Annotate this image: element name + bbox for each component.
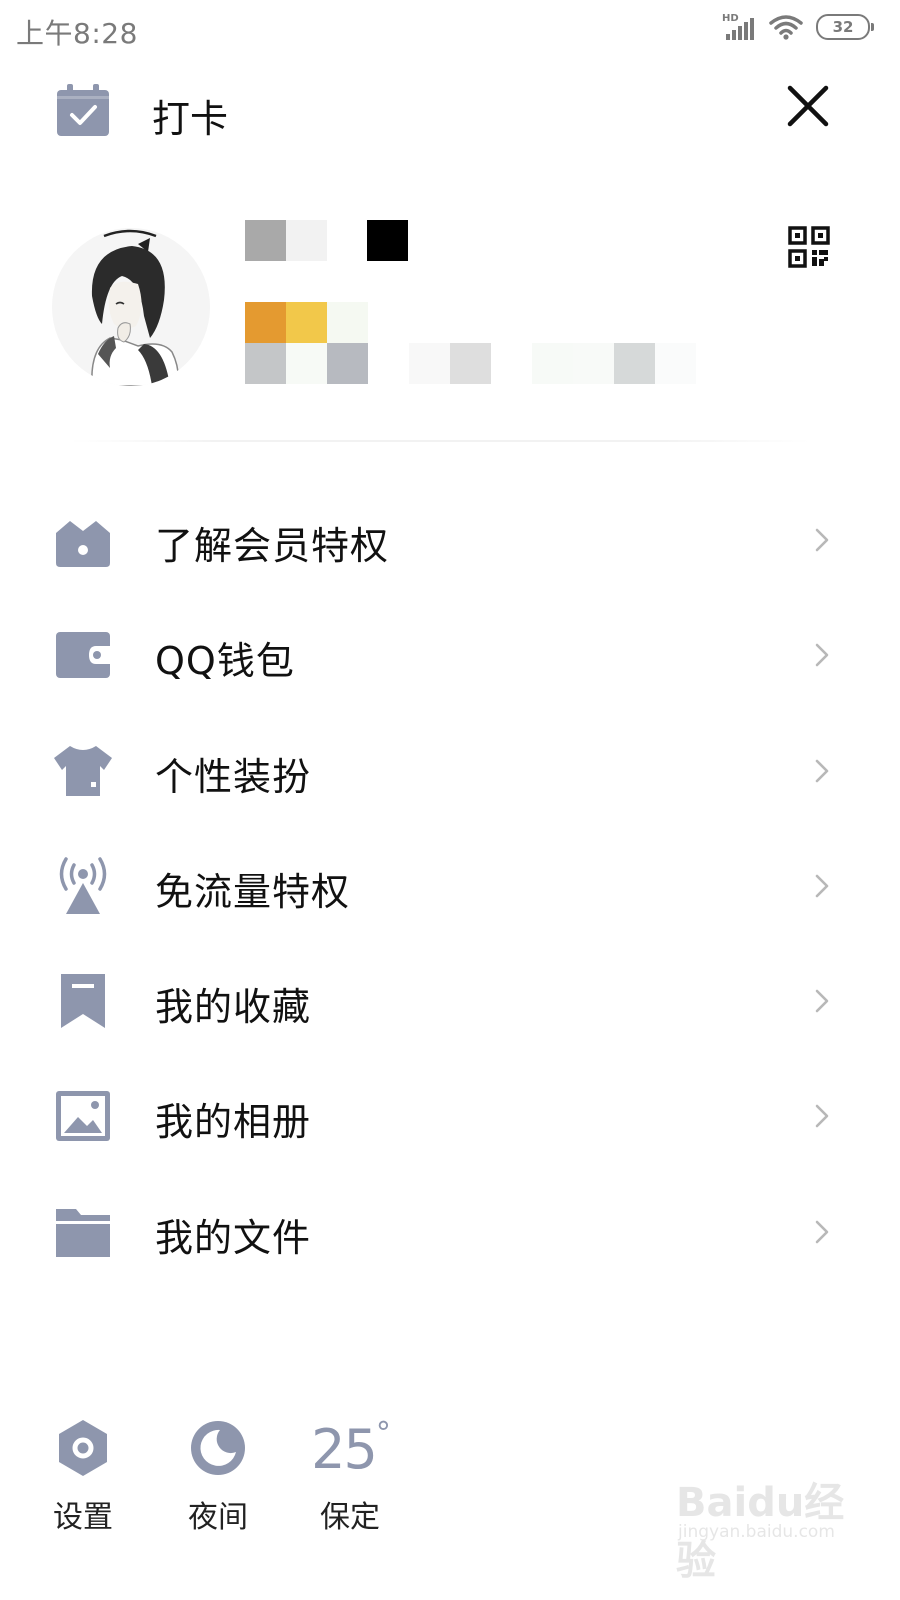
status-bar: 上午8:28 HD 32: [0, 0, 900, 60]
qr-code-icon[interactable]: [788, 226, 830, 268]
mosaic-block: [327, 343, 368, 384]
checkin-label[interactable]: 打卡: [152, 88, 228, 143]
chevron-right-icon: [815, 643, 829, 667]
mosaic-block: [450, 343, 491, 384]
chevron-right-icon: [815, 989, 829, 1013]
chevron-right-icon: [815, 759, 829, 782]
menu-label: 我的文件: [155, 1215, 312, 1260]
signature-redacted: [245, 302, 705, 384]
menu-label: 免流量特权: [155, 869, 351, 914]
profile-section[interactable]: [0, 200, 900, 450]
mosaic-block: [573, 343, 614, 384]
mosaic-block: [286, 220, 327, 261]
signal-icon: HD: [722, 13, 754, 40]
vip-crown-icon: [56, 521, 110, 567]
antenna-icon: [59, 857, 107, 914]
settings-label: 设置: [53, 1500, 113, 1535]
mosaic-block: [367, 220, 408, 261]
mosaic-block: [614, 343, 655, 384]
menu-label: 了解会员特权: [155, 524, 390, 568]
drawer-menu: 了解会员特权 QQ钱包 个性装扮 免流量特权 我的收藏 我的相册 我的文件: [0, 483, 900, 1290]
calendar-check-icon[interactable]: [55, 82, 111, 138]
chevron-right-icon: [815, 874, 829, 898]
baidu-watermark: Baidu经验 jingyan.baidu.com: [676, 1470, 846, 1584]
tshirt-icon: [54, 745, 112, 796]
weather-widget[interactable]: 25° 保定: [295, 1410, 405, 1540]
menu-item-data-free[interactable]: 免流量特权: [0, 829, 900, 944]
menu-item-vip[interactable]: 了解会员特权: [0, 483, 900, 598]
avatar-illustration: [52, 228, 210, 386]
menu-item-favorites[interactable]: 我的收藏: [0, 944, 900, 1059]
settings-icon: [59, 1420, 107, 1476]
night-mode-label: 夜间: [188, 1500, 248, 1535]
status-icons: HD 32: [722, 12, 874, 42]
bookmark-icon: [61, 974, 105, 1029]
chevron-right-icon: [815, 1105, 829, 1128]
menu-item-wallet[interactable]: QQ钱包: [0, 598, 900, 713]
menu-item-album[interactable]: 我的相册: [0, 1059, 900, 1174]
menu-label: QQ钱包: [155, 639, 295, 684]
nickname-redacted: [245, 220, 415, 261]
settings-button[interactable]: 设置: [28, 1410, 138, 1540]
mosaic-block: [245, 220, 286, 261]
photo-icon: [56, 1091, 110, 1142]
mosaic-block: [286, 302, 327, 343]
weather-unit: °: [375, 1416, 391, 1451]
profile-divider: [70, 440, 810, 442]
weather-temp-value: 25: [311, 1418, 378, 1481]
menu-label: 我的收藏: [155, 985, 312, 1030]
folder-icon: [56, 1208, 110, 1257]
mosaic-block: [655, 343, 696, 384]
mosaic-block: [409, 343, 450, 384]
chevron-right-icon: [815, 528, 829, 552]
status-time: 上午8:28: [16, 17, 138, 50]
wallet-icon: [56, 632, 110, 679]
wifi-icon: [769, 15, 803, 40]
menu-item-files[interactable]: 我的文件: [0, 1175, 900, 1290]
chevron-right-icon: [815, 1220, 829, 1244]
mosaic-block: [245, 343, 286, 384]
battery-level: 32: [832, 18, 854, 36]
menu-label: 个性装扮: [155, 754, 312, 799]
avatar[interactable]: [52, 228, 210, 386]
close-icon[interactable]: [786, 84, 830, 128]
mosaic-block: [286, 343, 327, 384]
battery-icon: 32: [816, 14, 874, 40]
menu-item-theme[interactable]: 个性装扮: [0, 714, 900, 829]
moon-icon: [191, 1421, 245, 1475]
mosaic-block: [532, 343, 573, 384]
mosaic-block: [245, 302, 286, 343]
menu-label: 我的相册: [155, 1100, 312, 1145]
weather-temperature: 25°: [295, 1416, 405, 1481]
night-mode-button[interactable]: 夜间: [163, 1410, 273, 1540]
watermark-sub: jingyan.baidu.com: [678, 1522, 835, 1542]
weather-city: 保定: [320, 1500, 380, 1535]
network-label: HD: [722, 13, 739, 24]
drawer-header: 打卡: [0, 76, 900, 146]
mosaic-block: [327, 302, 368, 343]
